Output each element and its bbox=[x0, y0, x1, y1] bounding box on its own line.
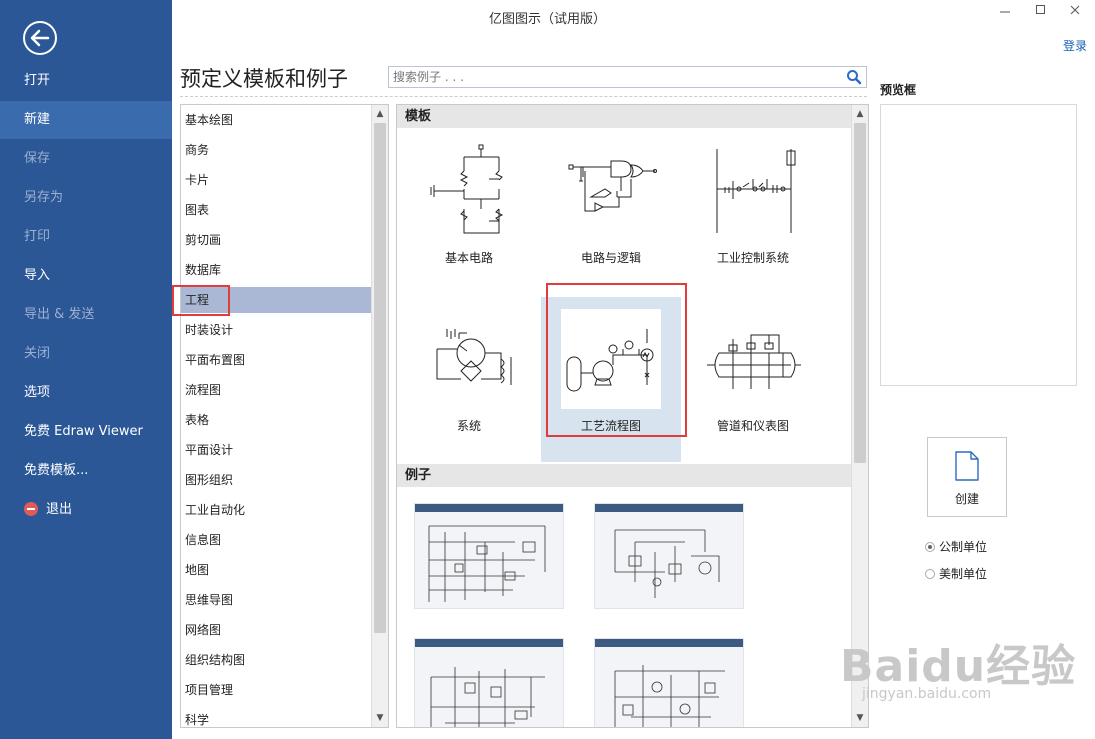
sidebar-item-close[interactable]: 关闭 bbox=[0, 335, 172, 373]
example-schematic bbox=[614, 665, 725, 727]
header-divider bbox=[180, 96, 867, 97]
radio-unchecked-icon[interactable] bbox=[925, 568, 935, 579]
window-title: 亿图图示（试用版） bbox=[488, 12, 606, 27]
sidebar-item-export-send[interactable]: 导出 & 发送 bbox=[0, 296, 172, 334]
basic-circuit-thumbnail bbox=[430, 144, 504, 234]
highlight-frame-template bbox=[546, 283, 687, 437]
preview-box bbox=[880, 104, 1077, 386]
example-header-bar bbox=[415, 504, 563, 512]
backstage-sidebar: 打开 新建 保存 另存为 打印 导入 导出 & 发送 关闭 选项 免费 Edra… bbox=[0, 0, 172, 739]
example-schematic bbox=[430, 667, 545, 727]
templates-section-header: 模板 bbox=[397, 105, 852, 128]
watermark-url: jingyan.baidu.com bbox=[862, 686, 992, 702]
example-schematic bbox=[614, 529, 720, 598]
circuit-logic-thumbnail bbox=[568, 160, 657, 212]
category-item[interactable]: 时装设计 bbox=[181, 317, 372, 343]
example-header-bar bbox=[595, 504, 743, 512]
category-item[interactable]: 剪切画 bbox=[181, 227, 372, 253]
sidebar-item-free-templates[interactable]: 免费模板... bbox=[0, 452, 172, 490]
sidebar-item-save[interactable]: 保存 bbox=[0, 140, 172, 178]
sidebar-item-options[interactable]: 选项 bbox=[0, 374, 172, 412]
preview-title: 预览框 bbox=[880, 83, 917, 97]
sidebar-item-new[interactable]: 新建 bbox=[0, 101, 172, 139]
category-item[interactable]: 数据库 bbox=[181, 257, 372, 283]
category-item[interactable]: 工业自动化 bbox=[181, 497, 372, 523]
category-item[interactable]: 网络图 bbox=[181, 617, 372, 643]
scroll-up-icon[interactable]: ▲ bbox=[852, 106, 868, 122]
scroll-down-icon[interactable]: ▼ bbox=[372, 710, 388, 726]
category-item[interactable]: 平面布置图 bbox=[181, 347, 372, 373]
category-item[interactable]: 信息图 bbox=[181, 527, 372, 553]
category-item[interactable]: 卡片 bbox=[181, 167, 372, 193]
sidebar-item-edraw-viewer[interactable]: 免费 Edraw Viewer bbox=[0, 413, 172, 451]
sidebar-item-import[interactable]: 导入 bbox=[0, 257, 172, 295]
category-item[interactable]: 基本绘图 bbox=[181, 107, 372, 133]
template-industrial-control[interactable]: 工业控制系统 bbox=[683, 129, 823, 294]
maximize-icon[interactable] bbox=[1031, 4, 1051, 22]
category-item[interactable]: 平面设计 bbox=[181, 437, 372, 463]
exit-icon bbox=[24, 501, 38, 516]
template-label: 基本电路 bbox=[444, 251, 493, 265]
example-thumbnail[interactable] bbox=[594, 638, 744, 727]
template-circuit-logic[interactable]: 电路与逻辑 bbox=[541, 129, 681, 294]
category-item[interactable]: 流程图 bbox=[181, 377, 372, 403]
industrial-control-thumbnail bbox=[716, 149, 796, 233]
example-thumbnail[interactable] bbox=[594, 503, 744, 609]
scroll-thumb[interactable] bbox=[374, 123, 386, 633]
category-item[interactable]: 科学 bbox=[181, 707, 372, 727]
watermark-logo-text: Baidu经验 bbox=[840, 641, 1077, 692]
radio-checked-icon[interactable] bbox=[925, 541, 935, 552]
metric-units-option[interactable]: 公制单位 bbox=[925, 538, 987, 555]
page-title: 预定义模板和例子 bbox=[180, 67, 348, 91]
new-document-icon bbox=[955, 451, 979, 481]
category-item[interactable]: 图形组织 bbox=[181, 467, 372, 493]
category-item[interactable]: 商务 bbox=[181, 137, 372, 163]
category-item[interactable]: 图表 bbox=[181, 197, 372, 223]
example-thumbnail[interactable] bbox=[414, 503, 564, 609]
piping-instrument-thumbnail bbox=[707, 334, 801, 389]
search-box bbox=[388, 66, 867, 88]
sidebar-item-open[interactable]: 打开 bbox=[0, 62, 172, 100]
system-thumbnail bbox=[436, 329, 512, 385]
examples-section-header: 例子 bbox=[397, 464, 852, 487]
create-label: 创建 bbox=[954, 492, 979, 506]
template-basic-circuit[interactable]: 基本电路 bbox=[399, 129, 539, 294]
example-thumbnail[interactable] bbox=[414, 638, 564, 727]
example-header-bar bbox=[595, 639, 743, 647]
close-icon[interactable] bbox=[1065, 4, 1085, 22]
us-units-label: 美制单位 bbox=[939, 567, 988, 581]
template-label: 系统 bbox=[456, 419, 481, 433]
scroll-up-icon[interactable]: ▲ bbox=[372, 106, 388, 122]
template-label: 电路与逻辑 bbox=[580, 251, 641, 265]
category-item[interactable]: 项目管理 bbox=[181, 677, 372, 703]
example-header-bar bbox=[415, 639, 563, 647]
search-input[interactable] bbox=[389, 67, 827, 87]
create-button[interactable]: 创建 bbox=[927, 437, 1007, 517]
template-label: 管道和仪表图 bbox=[716, 419, 789, 433]
category-list: 基本绘图 商务 卡片 图表 剪切画 数据库 工程 时装设计 平面布置图 流程图 … bbox=[180, 104, 389, 728]
template-system[interactable]: 系统 bbox=[399, 297, 539, 462]
example-schematic bbox=[428, 525, 546, 602]
template-label: 工业控制系统 bbox=[716, 251, 789, 265]
minimize-icon[interactable] bbox=[995, 4, 1015, 22]
metric-units-label: 公制单位 bbox=[939, 540, 988, 554]
sidebar-item-exit-label: 退出 bbox=[46, 502, 73, 517]
us-units-option[interactable]: 美制单位 bbox=[925, 565, 987, 582]
scroll-thumb[interactable] bbox=[854, 123, 866, 463]
baidu-watermark: Baidu经验 jingyan.baidu.com bbox=[840, 620, 1090, 720]
search-icon[interactable] bbox=[846, 69, 862, 85]
highlight-frame-category bbox=[172, 285, 230, 316]
category-item[interactable]: 地图 bbox=[181, 557, 372, 583]
login-link[interactable]: 登录 bbox=[1063, 37, 1087, 54]
category-item[interactable]: 组织结构图 bbox=[181, 647, 372, 673]
category-scrollbar[interactable]: ▲ ▼ bbox=[371, 105, 388, 727]
template-piping-instrument[interactable]: 管道和仪表图 bbox=[683, 297, 823, 462]
category-item[interactable]: 表格 bbox=[181, 407, 372, 433]
category-item[interactable]: 思维导图 bbox=[181, 587, 372, 613]
sidebar-item-print[interactable]: 打印 bbox=[0, 218, 172, 256]
sidebar-item-exit[interactable]: 退出 bbox=[0, 491, 172, 529]
sidebar-item-save-as[interactable]: 另存为 bbox=[0, 179, 172, 217]
